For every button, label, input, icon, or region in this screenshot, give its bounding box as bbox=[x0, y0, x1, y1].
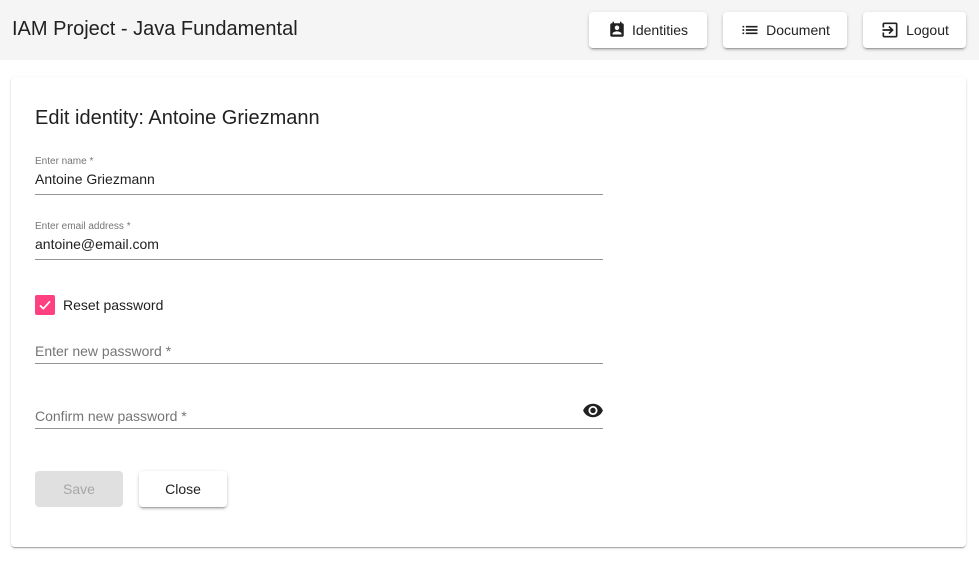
reset-password-checkbox[interactable] bbox=[35, 295, 55, 315]
eye-icon[interactable] bbox=[582, 401, 604, 419]
confirm-password-field[interactable]: Confirm new password * bbox=[35, 403, 603, 430]
confirm-password-placeholder: Confirm new password * bbox=[35, 408, 187, 424]
app-title: IAM Project - Java Fundamental bbox=[12, 18, 298, 40]
check-icon bbox=[39, 300, 51, 310]
identities-button-label: Identities bbox=[631, 22, 689, 38]
document-button[interactable]: Document bbox=[723, 12, 847, 48]
close-button[interactable]: Close bbox=[139, 471, 227, 507]
email-input[interactable]: antoine@email.com bbox=[35, 235, 159, 253]
name-underline bbox=[35, 194, 603, 195]
save-button[interactable]: Save bbox=[35, 471, 123, 507]
reset-password-option[interactable]: Reset password bbox=[35, 295, 163, 315]
email-field-label: Enter email address * bbox=[35, 221, 131, 232]
identities-button[interactable]: Identities bbox=[589, 12, 707, 48]
logout-button-label: Logout bbox=[906, 22, 949, 38]
reset-password-label: Reset password bbox=[63, 297, 164, 313]
page-title: Edit identity: Antoine Griezmann bbox=[35, 107, 320, 129]
new-password-underline bbox=[35, 363, 603, 364]
email-field[interactable]: Enter email address * antoine@email.com bbox=[35, 221, 603, 261]
name-field-label: Enter name * bbox=[35, 156, 94, 167]
logout-button[interactable]: Logout bbox=[863, 12, 966, 48]
name-input[interactable]: Antoine Griezmann bbox=[35, 170, 155, 188]
list-icon bbox=[740, 20, 766, 40]
new-password-field[interactable]: Enter new password * bbox=[35, 340, 603, 365]
confirm-password-underline bbox=[35, 428, 603, 429]
new-password-placeholder: Enter new password * bbox=[35, 343, 172, 359]
app-toolbar: IAM Project - Java Fundamental Identitie… bbox=[0, 0, 979, 60]
exit-icon bbox=[880, 20, 906, 40]
email-underline bbox=[35, 259, 603, 260]
contact-badge-icon bbox=[608, 21, 632, 39]
document-button-label: Document bbox=[766, 22, 830, 38]
name-field[interactable]: Enter name * Antoine Griezmann bbox=[35, 156, 603, 196]
